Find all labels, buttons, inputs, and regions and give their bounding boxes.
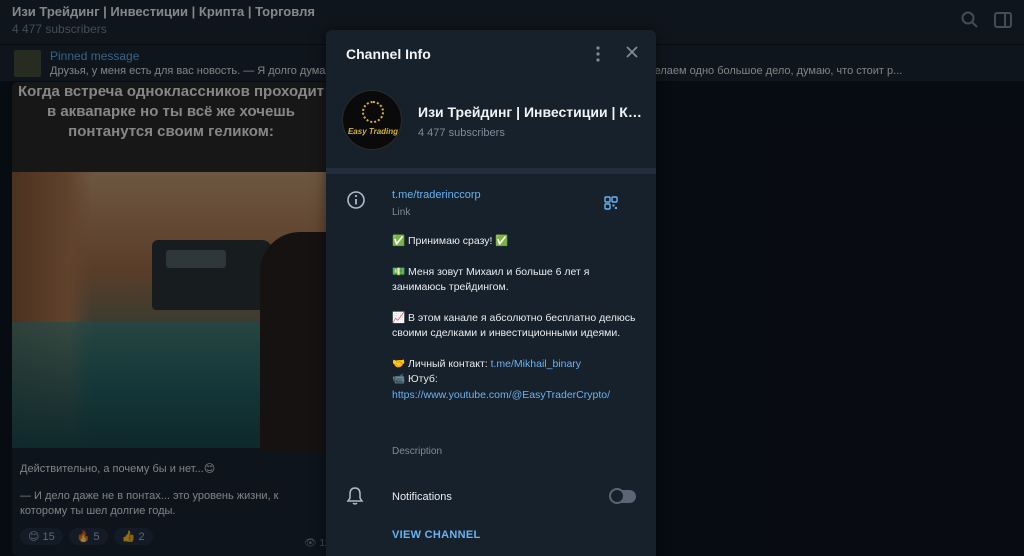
- section-divider: [326, 168, 656, 174]
- avatar-logo-text: Easy Trading: [347, 127, 399, 136]
- more-options-icon[interactable]: [590, 44, 606, 64]
- channel-subscribers: 4 477 subscribers: [418, 127, 505, 139]
- close-icon[interactable]: [624, 44, 640, 60]
- desc-youtube-prefix: 📹 Ютуб:: [392, 373, 438, 385]
- info-icon: [347, 191, 365, 209]
- bell-icon: [346, 487, 364, 505]
- channel-info-modal: Channel Info Easy Trading Изи Трейдинг |…: [326, 30, 656, 556]
- channel-avatar[interactable]: Easy Trading: [342, 90, 402, 150]
- channel-link[interactable]: t.me/traderinccorp: [392, 189, 481, 201]
- modal-title: Channel Info: [346, 46, 431, 62]
- channel-description: ✅ Принимаю сразу! ✅ 💵 Меня зовут Михаил …: [392, 234, 642, 403]
- desc-contact-line: 🤝 Личный контакт: t.me/Mikhail_binary: [392, 357, 642, 373]
- description-label: Description: [392, 446, 443, 457]
- desc-contact-prefix: 🤝 Личный контакт:: [392, 357, 491, 370]
- channel-name: Изи Трейдинг | Инвестиции | Крипта | Тор…: [418, 104, 646, 120]
- qr-code-icon[interactable]: [604, 196, 618, 210]
- view-channel-button[interactable]: VIEW CHANNEL: [392, 529, 481, 541]
- contact-link[interactable]: t.me/Mikhail_binary: [491, 358, 581, 370]
- desc-line: 💵 Меня зовут Михаил и больше 6 лет я зан…: [392, 265, 590, 294]
- desc-line: ✅ Принимаю сразу! ✅: [392, 235, 509, 247]
- notifications-label: Notifications: [392, 491, 452, 503]
- avatar-logo-ring: [362, 101, 384, 123]
- desc-line: 📈 В этом канале я абсолютно бесплатно де…: [392, 311, 636, 340]
- notifications-toggle[interactable]: [609, 488, 636, 504]
- toggle-knob: [609, 488, 625, 504]
- youtube-link[interactable]: https://www.youtube.com/@EasyTraderCrypt…: [392, 388, 642, 404]
- link-label: Link: [392, 207, 411, 218]
